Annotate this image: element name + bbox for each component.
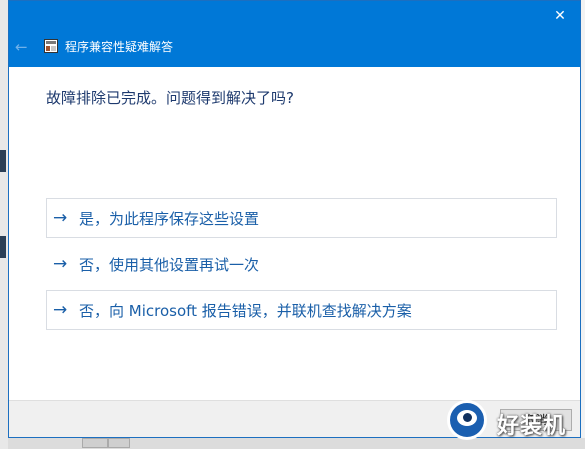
option-label: 否，向 Microsoft 报告错误，并联机查找解决方案: [79, 301, 412, 320]
option-save-settings[interactable]: → 是，为此程序保存这些设置: [46, 198, 557, 238]
back-arrow-icon[interactable]: ←: [15, 38, 33, 56]
window-title: 程序兼容性疑难解答: [65, 40, 174, 54]
background-marker: [0, 236, 6, 258]
troubleshooter-dialog: ← 程序兼容性疑难解答 ✕ 故障排除已完成。问题得到解决了吗? → 是，为此程序…: [8, 0, 581, 438]
option-try-again[interactable]: → 否，使用其他设置再试一次: [46, 244, 557, 284]
arrow-right-icon: →: [53, 300, 68, 320]
background-chip: [108, 438, 130, 448]
question-heading: 故障排除已完成。问题得到解决了吗?: [46, 89, 294, 107]
compatibility-app-icon: [44, 39, 58, 53]
close-icon[interactable]: ✕: [550, 6, 570, 26]
option-report-error[interactable]: → 否，向 Microsoft 报告错误，并联机查找解决方案: [46, 290, 557, 330]
watermark-logo: 好装机: [447, 398, 585, 444]
background-window-edge: [0, 0, 8, 449]
background-marker: [0, 150, 6, 172]
option-label: 是，为此程序保存这些设置: [79, 209, 260, 228]
option-label: 否，使用其他设置再试一次: [79, 255, 260, 274]
arrow-right-icon: →: [53, 208, 68, 228]
watermark-text: 好装机: [497, 414, 567, 439]
background-chip: [82, 438, 108, 448]
arrow-right-icon: →: [53, 254, 68, 274]
watermark-pupil-icon: [463, 413, 472, 422]
title-bar: ← 程序兼容性疑难解答 ✕: [9, 1, 580, 67]
